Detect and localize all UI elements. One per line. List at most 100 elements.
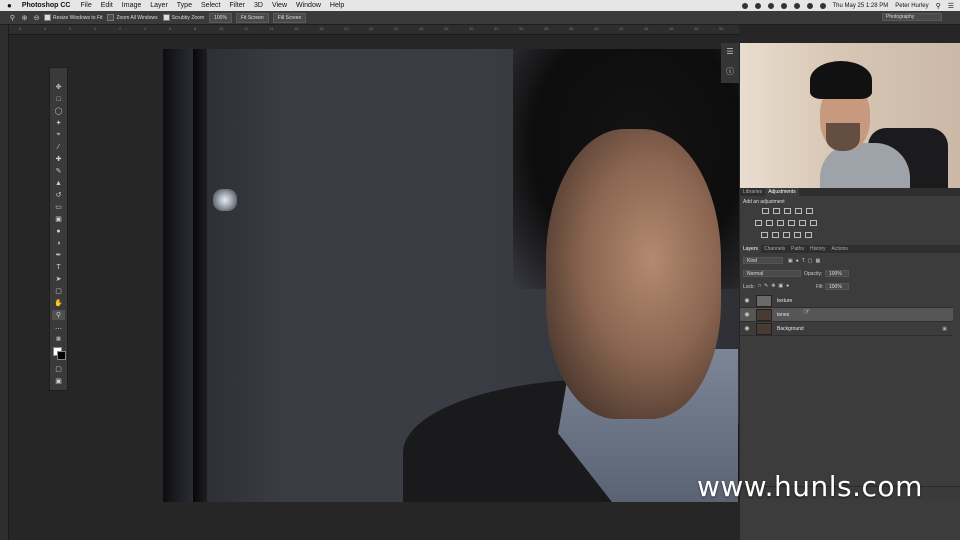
visibility-eye-icon[interactable]: ◉ (742, 325, 752, 332)
info-icon[interactable]: ⓘ (725, 66, 735, 76)
hue-saturation-icon[interactable] (755, 220, 762, 226)
tab-channels[interactable]: Channels (761, 245, 788, 253)
volume-icon[interactable] (806, 2, 813, 9)
ruler-horizontal[interactable]: 6 4 2 0 2 4 6 8 10 12 14 16 18 20 22 24 26 28 30 32 34 36 38 40… (9, 25, 739, 35)
posterize-icon[interactable] (772, 232, 779, 238)
menubar-user[interactable]: Peter Hurley (895, 3, 928, 9)
menu-type[interactable]: Type (177, 2, 192, 9)
notification-center-icon[interactable]: ☰ (948, 2, 954, 10)
color-lookup-icon[interactable] (810, 220, 817, 226)
apple-menu-icon[interactable]: ● (7, 1, 12, 10)
selective-color-icon[interactable] (805, 232, 812, 238)
tab-adjustments[interactable]: Adjustments (765, 188, 799, 196)
curves-icon[interactable] (784, 208, 791, 214)
zoom-tool-icon[interactable]: ⚲ (8, 13, 17, 22)
hand-icon[interactable]: ✋ (52, 298, 65, 308)
tab-paths[interactable]: Paths (788, 245, 807, 253)
threshold-icon[interactable] (783, 232, 790, 238)
tab-history[interactable]: History (807, 245, 829, 253)
exposure-icon[interactable] (795, 208, 802, 214)
app-menu[interactable]: Photoshop CC (22, 2, 71, 9)
magic-wand-icon[interactable]: ✦ (52, 118, 65, 128)
brush-icon[interactable]: ✎ (52, 166, 65, 176)
menu-file[interactable]: File (80, 2, 91, 9)
blur-icon[interactable]: ● (52, 226, 65, 236)
menubar-clock[interactable]: Thu May 25 1:28 PM (833, 3, 889, 9)
wifi-icon[interactable] (793, 2, 800, 9)
menu-image[interactable]: Image (122, 2, 141, 9)
tab-layers[interactable]: Layers (740, 245, 762, 253)
type-icon[interactable]: T (52, 262, 65, 272)
clone-stamp-icon[interactable]: ▲ (52, 178, 65, 188)
menu-window[interactable]: Window (296, 2, 321, 9)
photo-filter-icon[interactable] (788, 220, 795, 226)
bluetooth-icon[interactable] (780, 2, 787, 9)
pen-icon[interactable]: ✒ (52, 250, 65, 260)
path-selection-icon[interactable]: ➤ (52, 274, 65, 284)
document-canvas[interactable] (163, 49, 739, 502)
menu-3d[interactable]: 3D (254, 2, 263, 9)
menu-layer[interactable]: Layer (150, 2, 168, 9)
scrubby-zoom-checkbox[interactable]: Scrubby Zoom (162, 14, 204, 21)
quick-mask-icon[interactable]: ▢ (52, 364, 65, 374)
lasso-icon[interactable]: ◯ (52, 106, 65, 116)
healing-brush-icon[interactable]: ✚ (52, 154, 65, 164)
menu-view[interactable]: View (272, 2, 287, 9)
vibrance-icon[interactable] (806, 208, 813, 214)
fit-screen-button[interactable]: Fit Screen (235, 12, 269, 23)
move-icon[interactable]: ✥ (52, 82, 65, 92)
gradient-icon[interactable]: ▣ (52, 214, 65, 224)
tab-libraries[interactable]: Libraries (740, 188, 765, 196)
crop-icon[interactable]: ⌖ (52, 130, 65, 140)
channel-mixer-icon[interactable] (799, 220, 806, 226)
black-white-icon[interactable] (777, 220, 784, 226)
resize-windows-checkbox[interactable]: Resize Windows to Fit (44, 14, 102, 21)
tab-actions[interactable]: Actions (829, 245, 851, 253)
layer-row[interactable]: ◉ Background ▣ (740, 322, 953, 336)
marquee-icon[interactable]: □ (52, 94, 65, 104)
menu-select[interactable]: Select (201, 2, 220, 9)
dropbox-icon[interactable] (754, 2, 761, 9)
dodge-icon[interactable]: ◑ (52, 238, 65, 248)
spotlight-icon[interactable]: ⚲ (936, 2, 941, 10)
eraser-icon[interactable]: ▭ (52, 202, 65, 212)
history-brush-icon[interactable]: ↺ (52, 190, 65, 200)
invert-icon[interactable] (761, 232, 768, 238)
screen-mode-icon[interactable]: ▣ (52, 376, 65, 386)
layer-filter-kind-select[interactable]: Kind (743, 257, 783, 264)
menu-filter[interactable]: Filter (229, 2, 245, 9)
zoom-all-windows-checkbox[interactable]: Zoom All Windows (107, 14, 158, 21)
layer-row[interactable]: ◉ tones (740, 308, 953, 322)
menu-edit[interactable]: Edit (101, 2, 113, 9)
blend-mode-select[interactable]: Normal (743, 270, 801, 277)
visibility-eye-icon[interactable]: ◉ (742, 311, 752, 318)
zoom-in-icon[interactable]: ⊕ (20, 13, 29, 22)
gradient-map-icon[interactable] (794, 232, 801, 238)
workspace-select[interactable]: Photography (882, 13, 942, 21)
layer-filter-icons[interactable]: ▣●T▢▦ (788, 258, 823, 264)
background-color-swatch[interactable] (57, 351, 66, 360)
zoom-out-icon[interactable]: ⊖ (32, 13, 41, 22)
levels-icon[interactable] (773, 208, 780, 214)
properties-icon[interactable]: ☰ (725, 46, 735, 56)
zoom-100-button[interactable]: 100% (209, 12, 232, 23)
lock-icons[interactable]: □✎✥▣● (758, 283, 792, 289)
lock-icon[interactable]: ▣ (942, 326, 947, 332)
brightness-icon[interactable] (762, 208, 769, 214)
gamepad-icon[interactable] (767, 2, 774, 9)
battery-icon[interactable] (819, 2, 826, 9)
menu-help[interactable]: Help (330, 2, 344, 9)
eyedropper-icon[interactable]: ⁄ (52, 142, 65, 152)
ruler-vertical[interactable] (0, 25, 9, 540)
visibility-eye-icon[interactable]: ◉ (742, 297, 752, 304)
opacity-input[interactable]: 100% (825, 270, 849, 277)
rectangle-icon[interactable]: ▢ (52, 286, 65, 296)
color-balance-icon[interactable] (766, 220, 773, 226)
fill-screen-button[interactable]: Fill Screen (272, 12, 307, 23)
fill-input[interactable]: 100% (825, 283, 849, 290)
default-colors-icon[interactable]: ▦ (52, 334, 65, 344)
layer-row[interactable]: ◉ texture (740, 294, 953, 308)
zoom-icon[interactable]: ⚲ (52, 310, 65, 320)
more-tools-icon[interactable]: ⋯ (52, 324, 65, 334)
status-icon[interactable] (741, 2, 748, 9)
